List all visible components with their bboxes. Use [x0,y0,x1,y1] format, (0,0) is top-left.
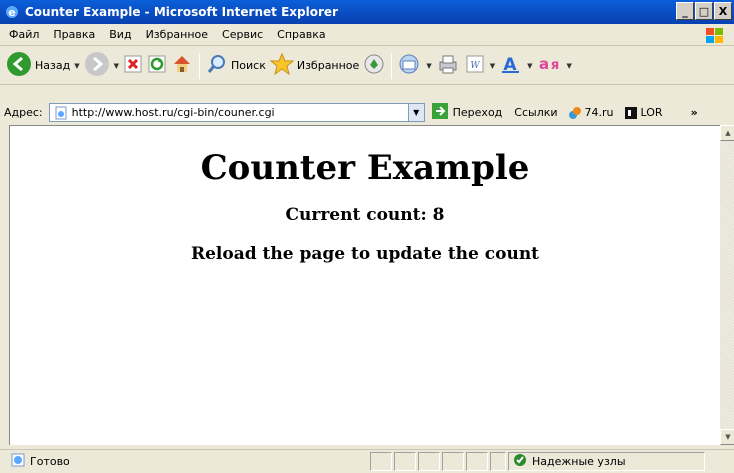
chevron-down-icon[interactable]: ▼ [74,62,79,70]
link-lor-label: LOR [640,106,663,119]
menu-view[interactable]: Вид [102,28,138,41]
home-button[interactable] [169,50,195,82]
home-icon [171,53,193,78]
go-button[interactable]: Переход [431,102,503,123]
font-button[interactable]: A ▼ [497,50,534,82]
chevron-down-icon[interactable]: ▼ [490,62,495,70]
back-label: Назад [35,59,71,72]
stop-button[interactable] [121,50,145,82]
chevron-down-icon[interactable]: ▼ [566,62,571,70]
go-label: Переход [452,106,503,119]
menu-favorites[interactable]: Избранное [139,28,215,41]
printer-icon [436,53,460,78]
scroll-up-button[interactable]: ▲ [720,125,734,141]
link-74ru[interactable]: 74.ru [568,106,614,120]
svg-text:а: а [539,55,549,73]
mail-icon [398,53,422,78]
trusted-zone-check-icon [513,453,527,470]
windows-logo-icon [700,26,730,46]
search-label: Поиск [231,59,266,72]
favorites-label: Избранное [296,59,360,72]
toolbar-separator [391,52,393,79]
svg-text:e: e [8,6,15,19]
mail-button[interactable]: ▼ [396,50,433,82]
edit-button[interactable]: W ▼ [462,50,497,82]
scroll-down-button[interactable]: ▼ [720,429,734,445]
status-pane [466,452,488,471]
font-size-icon: A [499,53,523,78]
status-page-icon [11,453,25,470]
status-pane [418,452,440,471]
menu-edit[interactable]: Правка [46,28,102,41]
translate-button[interactable]: ая ▼ [534,50,573,82]
status-pane [370,452,392,471]
chevron-down-icon[interactable]: ▼ [426,62,431,70]
back-arrow-icon [6,51,32,80]
svg-text:W: W [470,61,480,71]
close-button[interactable]: X [714,2,732,20]
page-content: Counter Example Current count: 8 Reload … [9,125,720,445]
links-more-chevron-icon[interactable]: » [691,106,698,119]
menu-bar: Файл Правка Вид Избранное Сервис Справка [0,24,734,46]
search-icon [206,53,228,78]
links-label: Ссылки [514,106,558,119]
star-icon [269,52,295,78]
vertical-scrollbar[interactable]: ▲ ▼ [720,125,734,445]
refresh-button[interactable] [145,50,169,82]
go-arrow-icon [431,102,449,123]
title-bar[interactable]: e Counter Example - Microsoft Internet E… [0,0,734,24]
security-zone-label: Надежные узлы [532,455,626,468]
refresh-icon [147,54,167,77]
menu-help[interactable]: Справка [270,28,332,41]
toolbar: Назад ▼ ▼ Поиск Избранное ▼ W ▼ A ▼ а я … [0,47,734,85]
link-lor-icon [624,106,637,119]
address-url: http://www.host.ru/cgi-bin/couner.cgi [71,106,275,119]
favorites-button[interactable]: Избранное [268,50,361,82]
address-dropdown-button[interactable]: ▼ [408,103,425,122]
toolbar-separator [199,52,200,79]
media-button[interactable] [361,50,387,82]
stop-icon [123,54,143,77]
word-document-icon: W [464,53,486,78]
media-icon [363,53,385,78]
forward-arrow-icon [84,51,110,80]
address-bar: Адрес: http://www.host.ru/cgi-bin/couner… [0,101,734,124]
current-count-text: Current count: 8 [285,205,445,225]
maximize-button[interactable]: □ [695,2,713,20]
page-heading: Counter Example [200,148,530,188]
status-pane [442,452,464,471]
status-pane [394,452,416,471]
link-lor[interactable]: LOR [624,106,663,120]
status-pane [490,452,506,471]
address-label: Адрес: [4,106,43,119]
minimize-button[interactable]: _ [676,2,694,20]
print-button[interactable] [434,50,462,82]
link-74ru-label: 74.ru [584,106,614,119]
reload-instruction: Reload the page to update the count [190,244,540,264]
window-title: Counter Example - Microsoft Internet Exp… [25,5,338,19]
links-bar: Ссылки 74.ru LOR » [514,106,697,120]
menu-tools[interactable]: Сервис [215,28,270,41]
chevron-down-icon[interactable]: ▼ [527,62,532,70]
status-text: Готово [30,455,70,468]
security-zone[interactable]: Надежные узлы [508,452,705,471]
chevron-down-icon[interactable]: ▼ [114,62,119,70]
link-74ru-icon [568,106,581,119]
svg-text:я: я [551,58,559,73]
forward-button[interactable]: ▼ [82,50,121,82]
ie-logo-icon: e [4,4,20,20]
page-icon [54,106,68,123]
address-input[interactable]: http://www.host.ru/cgi-bin/couner.cgi [48,103,409,123]
search-button[interactable]: Поиск [204,50,268,82]
menu-file[interactable]: Файл [2,28,46,41]
back-button[interactable]: Назад ▼ [4,50,82,82]
translate-icon: ая [536,53,562,78]
